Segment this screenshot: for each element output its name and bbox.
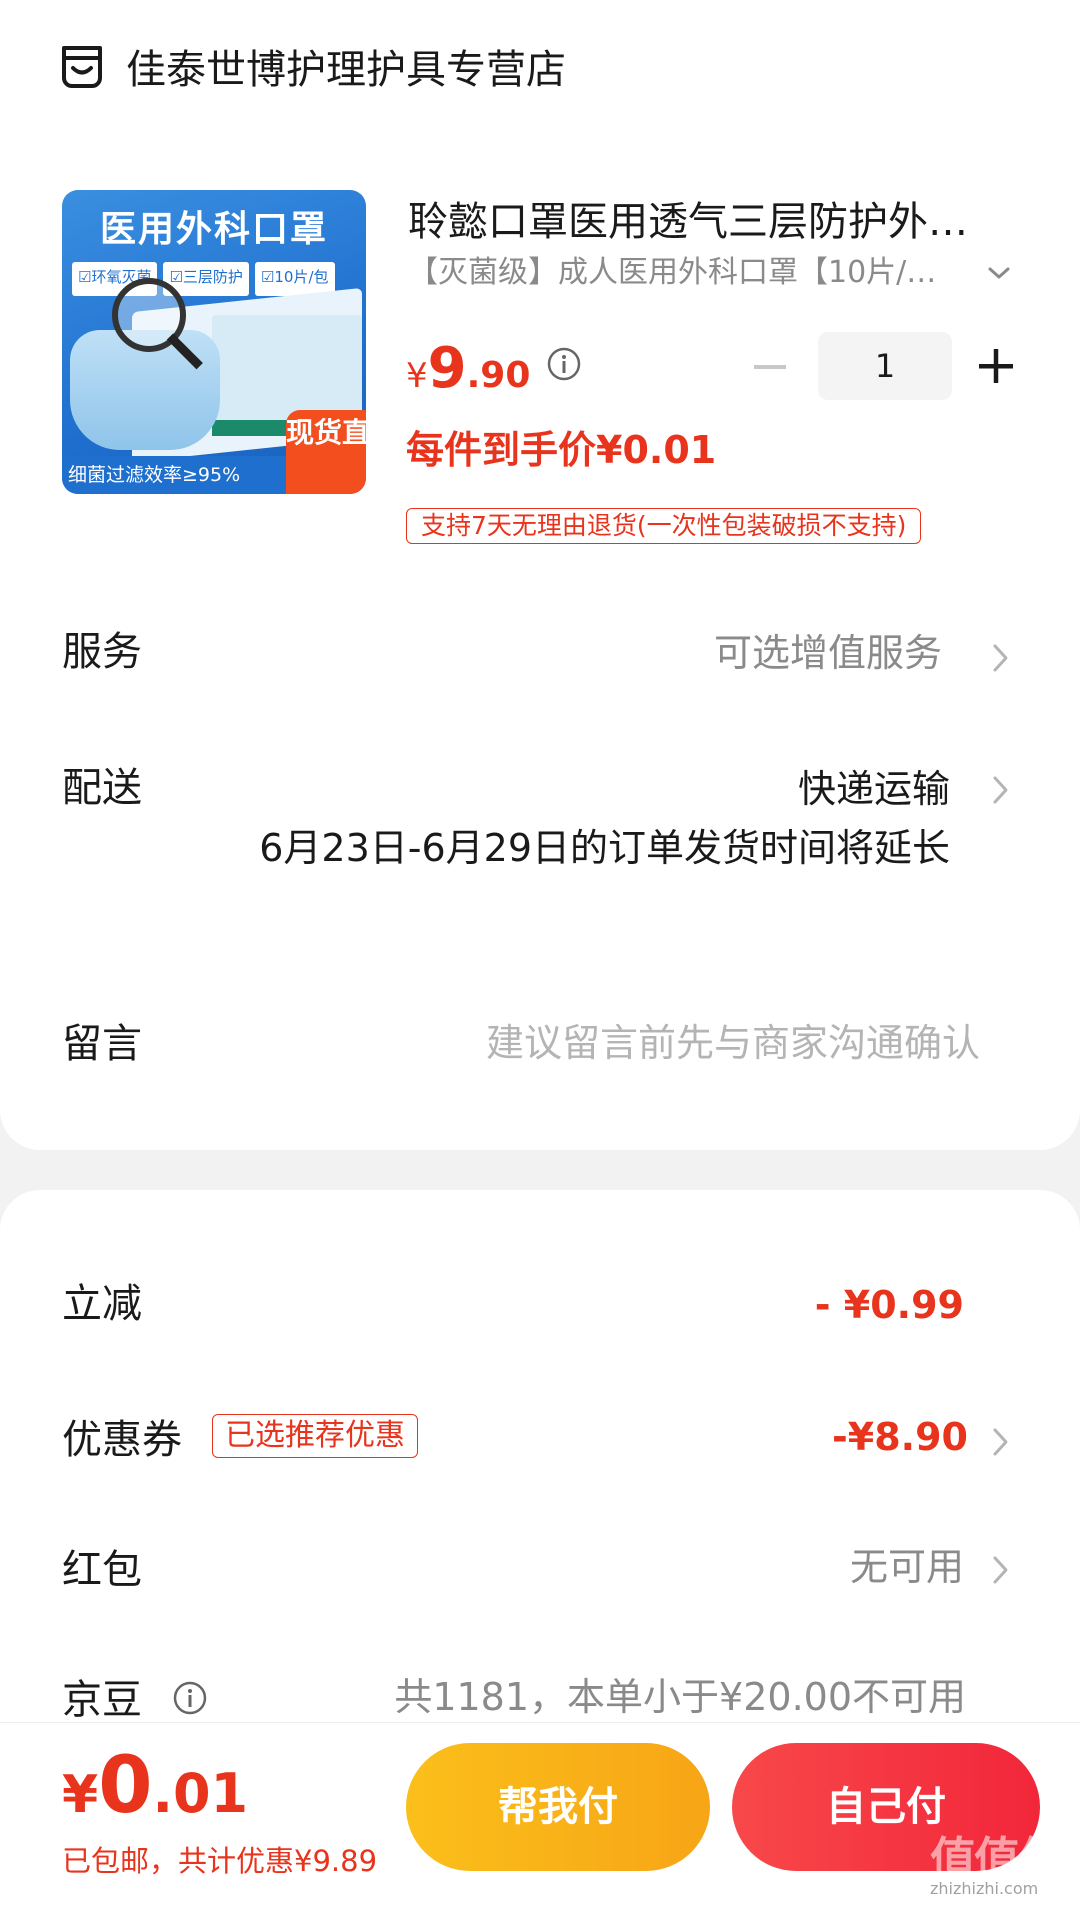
info-icon[interactable]	[172, 1680, 208, 1716]
total-price: ¥0.01	[62, 1741, 248, 1831]
store-name[interactable]: 佳泰世博护理护具专营店	[126, 42, 566, 98]
quantity-input[interactable]: 1	[818, 332, 952, 400]
product-image-tags: ☑环氧灭菌 ☑三层防护 ☑10片/包	[72, 262, 362, 296]
price-currency: ¥	[406, 356, 428, 396]
price-integer: 9	[427, 336, 467, 401]
chevron-right-icon[interactable]	[990, 772, 1012, 808]
delivery-label: 配送	[62, 765, 142, 811]
delivery-notice: 6月23日-6月29日的订单发货时间将延长	[259, 826, 950, 870]
instant-discount-value: - ¥0.99	[814, 1283, 964, 1327]
product-spec[interactable]: 【灭菌级】成人医用外科口罩【10片/包】	[408, 253, 938, 293]
order-item-card: 佳泰世博护理护具专营店 医用外科口罩 ☑环氧灭菌 ☑三层防护 ☑10片/包 细菌…	[0, 0, 1080, 1150]
coupon-label: 优惠券	[62, 1417, 182, 1463]
jingdou-label: 京豆	[62, 1677, 142, 1723]
product-image[interactable]: 医用外科口罩 ☑环氧灭菌 ☑三层防护 ☑10片/包 细菌过滤效率≥95% 现货直…	[62, 190, 366, 494]
chevron-right-icon[interactable]	[990, 1424, 1012, 1460]
total-currency: ¥	[62, 1765, 99, 1825]
red-packet-label: 红包	[62, 1547, 142, 1593]
checkout-bar: ¥0.01 已包邮，共计优惠¥9.89 帮我付 自己付 值值值 zhizhizh…	[0, 1722, 1080, 1909]
quantity-decrease-button[interactable]	[750, 350, 790, 384]
info-icon[interactable]	[546, 346, 582, 382]
help-pay-button[interactable]: 帮我付	[406, 1743, 710, 1871]
message-input[interactable]	[380, 1014, 980, 1072]
total-decimal: .01	[152, 1762, 249, 1825]
price-decimal: .90	[466, 355, 531, 396]
watermark-url: zhizhizhi.com	[930, 1879, 1039, 1898]
return-policy-badge: 支持7天无理由退货(一次性包装破损不支持)	[406, 508, 922, 544]
delivery-method[interactable]: 快递运输	[798, 762, 950, 816]
instant-discount-label: 立减	[62, 1281, 142, 1327]
product-image-footer: 细菌过滤效率≥95%	[62, 456, 288, 494]
product-image-badge: 现货直发	[286, 410, 366, 494]
chevron-right-icon[interactable]	[990, 640, 1012, 676]
store-icon[interactable]	[60, 44, 104, 90]
product-image-banner: 医用外科口罩	[99, 209, 328, 250]
total-integer: 0	[98, 1741, 153, 1831]
quantity-increase-button[interactable]	[976, 346, 1016, 386]
coupon-value[interactable]: -¥8.90	[832, 1410, 968, 1464]
final-price-per-item: 每件到手价¥0.01	[406, 428, 717, 472]
chevron-right-icon[interactable]	[990, 1552, 1012, 1588]
unit-price: ¥9.90	[406, 336, 530, 401]
red-packet-value[interactable]: 无可用	[850, 1540, 964, 1594]
message-label: 留言	[62, 1021, 142, 1067]
chevron-down-icon[interactable]	[984, 258, 1014, 288]
jingdou-value: 共1181，本单小于¥20.00不可用	[394, 1675, 966, 1719]
service-value[interactable]: 可选增值服务	[714, 626, 942, 680]
coupon-recommended-tag: 已选推荐优惠	[212, 1414, 418, 1458]
service-label: 服务	[62, 629, 142, 675]
product-title[interactable]: 聆懿口罩医用透气三层防护外科口罩	[408, 196, 988, 248]
product-image-tag: ☑10片/包	[254, 262, 335, 296]
shipping-discount-note[interactable]: 已包邮，共计优惠¥9.89	[62, 1841, 392, 1881]
